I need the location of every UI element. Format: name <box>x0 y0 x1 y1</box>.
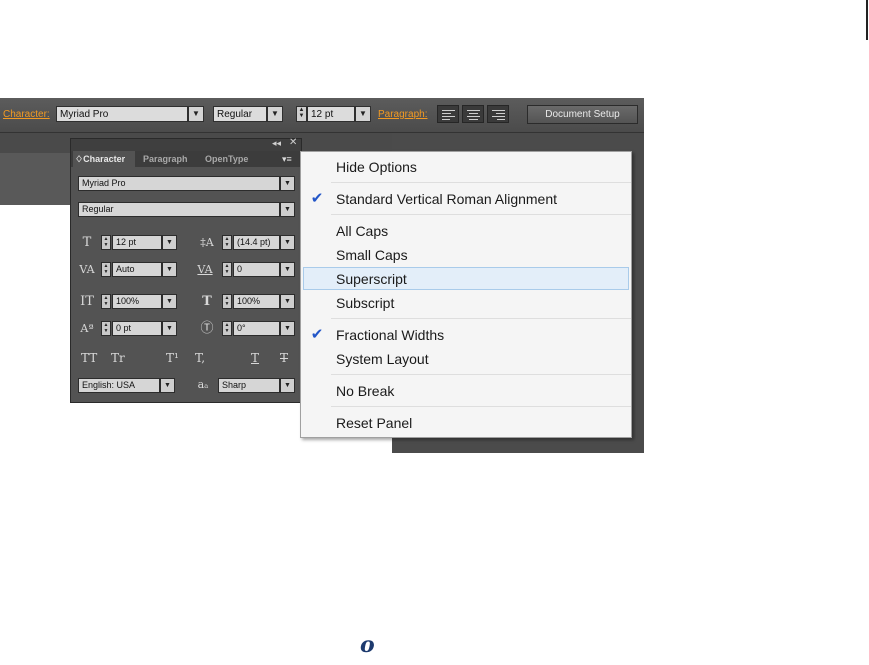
control-bar: Character: Myriad Pro ▼ Regular ▼ ▲ ▼ 12 … <box>0 98 644 133</box>
font-size-field[interactable]: 12 pt <box>307 106 355 122</box>
canvas-area <box>0 153 70 205</box>
panel-font-size-dropdown-icon[interactable]: ▼ <box>162 235 177 250</box>
leading-icon: ‡A <box>200 236 214 249</box>
language-dropdown-icon[interactable]: ▼ <box>160 378 175 393</box>
baseline-shift-dropdown-icon[interactable]: ▼ <box>162 321 177 336</box>
font-size-dropdown-icon[interactable]: ▼ <box>355 106 371 122</box>
baseline-shift-icon: Aª <box>80 322 94 335</box>
menu-item-superscript[interactable]: Superscript <box>336 268 407 290</box>
antialias-field[interactable]: Sharp <box>218 378 280 393</box>
kerning-stepper-icon[interactable]: ▲ ▼ <box>101 262 111 277</box>
leading-stepper-icon[interactable]: ▲ ▼ <box>222 235 232 250</box>
menu-separator <box>331 406 631 407</box>
character-panel: ◂◂ ✕ ♢Character Paragraph OpenType ▾≡ My… <box>70 137 302 403</box>
align-center-button[interactable] <box>462 105 484 123</box>
tracking-icon: VA <box>197 263 213 276</box>
align-right-button[interactable] <box>487 105 509 123</box>
rotation-stepper-icon[interactable]: ▲ ▼ <box>222 321 232 336</box>
tracking-dropdown-icon[interactable]: ▼ <box>280 262 295 277</box>
panel-tab-bar: ♢Character Paragraph OpenType ▾≡ <box>71 151 301 167</box>
panel-font-size-field[interactable]: 12 pt <box>112 235 162 250</box>
kerning-dropdown-icon[interactable]: ▼ <box>162 262 177 277</box>
menu-separator <box>331 374 631 375</box>
kerning-icon: VA <box>79 263 95 276</box>
vertical-scale-field[interactable]: 100% <box>112 294 162 309</box>
font-size-stepper-icon[interactable]: ▲ ▼ <box>296 106 307 122</box>
leading-dropdown-icon[interactable]: ▼ <box>280 235 295 250</box>
baseline-shift-field[interactable]: 0 pt <box>112 321 162 336</box>
menu-item-system-layout[interactable]: System Layout <box>336 348 429 370</box>
rotation-dropdown-icon[interactable]: ▼ <box>280 321 295 336</box>
menu-separator <box>331 182 631 183</box>
small-caps-button[interactable]: Tr <box>111 351 125 365</box>
tab-sort-icon: ♢ <box>75 154 84 164</box>
edge-mark <box>866 0 868 40</box>
horizontal-scale-dropdown-icon[interactable]: ▼ <box>280 294 295 309</box>
tab-character[interactable]: ♢Character <box>73 151 135 167</box>
panel-menu-icon[interactable]: ▾≡ <box>282 151 292 167</box>
align-left-button[interactable] <box>437 105 459 123</box>
tab-paragraph[interactable]: Paragraph <box>143 151 188 167</box>
horizontal-scale-icon: T <box>202 294 212 309</box>
menu-item-standard-vertical-roman-alignment[interactable]: Standard Vertical Roman Alignment <box>336 188 557 210</box>
tracking-field[interactable]: 0 <box>233 262 280 277</box>
vertical-scale-dropdown-icon[interactable]: ▼ <box>162 294 177 309</box>
underline-button[interactable]: T <box>251 351 259 365</box>
panel-title-strip[interactable] <box>71 139 301 151</box>
font-style-field[interactable]: Regular <box>213 106 267 122</box>
font-size-icon: T <box>82 235 92 250</box>
paragraph-label-link[interactable]: Paragraph: <box>378 109 427 120</box>
superscript-button[interactable]: T¹ <box>166 351 179 365</box>
menu-item-reset-panel[interactable]: Reset Panel <box>336 412 412 434</box>
horizontal-scale-field[interactable]: 100% <box>233 294 280 309</box>
character-label-link[interactable]: Character: <box>3 109 50 120</box>
kerning-field[interactable]: Auto <box>112 262 162 277</box>
all-caps-button[interactable]: TT <box>81 351 97 365</box>
font-family-dropdown-icon[interactable]: ▼ <box>188 106 204 122</box>
check-icon: ✔ <box>310 190 324 207</box>
panel-font-style-field[interactable]: Regular <box>78 202 280 217</box>
font-family-field[interactable]: Myriad Pro <box>56 106 188 122</box>
close-icon[interactable]: ✕ <box>289 137 297 148</box>
font-style-dropdown-icon[interactable]: ▼ <box>267 106 283 122</box>
menu-item-small-caps[interactable]: Small Caps <box>336 244 408 266</box>
rotation-field[interactable]: 0° <box>233 321 280 336</box>
logo-glyph: o <box>360 632 375 658</box>
menu-item-hide-options[interactable]: Hide Options <box>336 156 417 178</box>
baseline-shift-stepper-icon[interactable]: ▲ ▼ <box>101 321 111 336</box>
menu-item-all-caps[interactable]: All Caps <box>336 220 388 242</box>
font-size-stepper-icon[interactable]: ▲ ▼ <box>101 235 111 250</box>
panel-flyout-menu: Hide Options ✔ Standard Vertical Roman A… <box>300 151 632 438</box>
leading-field[interactable]: (14.4 pt) <box>233 235 280 250</box>
panel-font-family-field[interactable]: Myriad Pro <box>78 176 280 191</box>
menu-item-fractional-widths[interactable]: Fractional Widths <box>336 324 444 346</box>
panel-font-family-dropdown-icon[interactable]: ▼ <box>280 176 295 191</box>
language-field[interactable]: English: USA <box>78 378 160 393</box>
vertical-scale-stepper-icon[interactable]: ▲ ▼ <box>101 294 111 309</box>
horizontal-scale-stepper-icon[interactable]: ▲ ▼ <box>222 294 232 309</box>
character-rotation-icon: Ⓣ <box>200 321 214 336</box>
document-setup-button[interactable]: Document Setup <box>527 105 638 124</box>
tracking-stepper-icon[interactable]: ▲ ▼ <box>222 262 232 277</box>
panel-font-style-dropdown-icon[interactable]: ▼ <box>280 202 295 217</box>
menu-separator <box>331 318 631 319</box>
vertical-scale-icon: IT <box>80 294 94 309</box>
subscript-button[interactable]: T, <box>195 351 205 365</box>
menu-separator <box>331 214 631 215</box>
antialias-dropdown-icon[interactable]: ▼ <box>280 378 295 393</box>
menu-item-no-break[interactable]: No Break <box>336 380 394 402</box>
tab-opentype[interactable]: OpenType <box>205 151 248 167</box>
strikethrough-button[interactable]: T <box>280 351 288 365</box>
antialias-icon: aₐ <box>197 378 209 391</box>
menu-item-subscript[interactable]: Subscript <box>336 292 394 314</box>
check-icon: ✔ <box>310 326 324 343</box>
collapse-icon[interactable]: ◂◂ <box>272 138 281 149</box>
